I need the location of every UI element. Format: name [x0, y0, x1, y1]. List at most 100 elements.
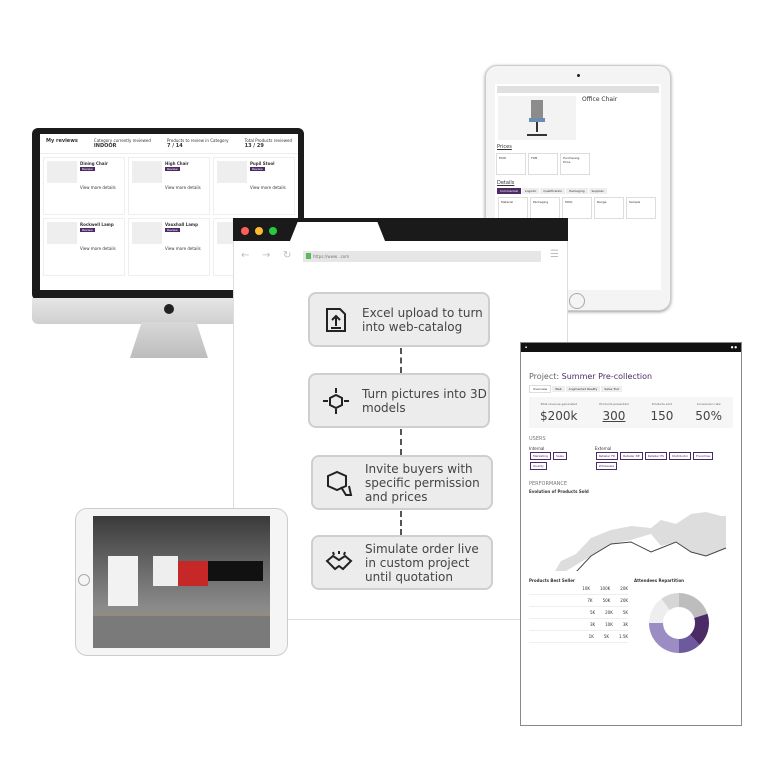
- table-row: 7K 50K 20K: [529, 595, 628, 607]
- details-tab[interactable]: Commercial: [497, 188, 521, 194]
- table-cell: 10K: [605, 622, 613, 627]
- kpi-label: Products sold: [651, 402, 672, 406]
- maximize-window-button[interactable]: [269, 227, 277, 235]
- upload-icon: [326, 307, 346, 332]
- product-image: [47, 161, 77, 183]
- donut-slice: [649, 623, 679, 653]
- logo: ▪: [525, 345, 528, 349]
- review-button[interactable]: Review: [250, 167, 265, 171]
- product-card[interactable]: Pupil Stool Review View more details: [213, 157, 295, 215]
- user-group-chip[interactable]: Franchise: [693, 452, 714, 460]
- dashboard-tab[interactable]: Web: [552, 386, 565, 392]
- table-cell: 3K: [589, 622, 596, 627]
- chart-title: Evolution of Products Sold: [529, 489, 589, 494]
- user-group-chip[interactable]: Sales: [552, 452, 567, 460]
- product-card[interactable]: Rockwell Lamp Review View more details: [43, 218, 125, 276]
- prices-heading: Prices: [497, 144, 512, 150]
- kpi-value[interactable]: 300: [599, 409, 628, 423]
- table-cell: 5K: [603, 634, 610, 639]
- kpi-panel: Total revenue generated $200k Products pre…: [529, 397, 733, 428]
- browser-tab[interactable]: [290, 222, 385, 241]
- price-box: EXW: [496, 153, 526, 175]
- user-group-chip[interactable]: Wholesale: [595, 462, 618, 470]
- table-cell: 20K: [620, 598, 628, 603]
- kpi-value: 150: [650, 409, 674, 423]
- view-more-link[interactable]: View more details: [250, 185, 286, 190]
- kpi: Total revenue generated $200k: [540, 402, 578, 423]
- user-group-chip[interactable]: Distributor: [669, 452, 692, 460]
- connector: [400, 348, 402, 373]
- step-text: Simulate order live in custom project un…: [365, 541, 479, 584]
- handshake-icon: [325, 550, 353, 570]
- forward-icon[interactable]: →: [262, 250, 270, 261]
- reviews-title: My reviews: [46, 138, 78, 144]
- user-group-chip[interactable]: Marketing: [530, 452, 551, 460]
- table-cell: 7K: [587, 598, 593, 603]
- user-group-chip[interactable]: Retailer ES: [644, 452, 668, 460]
- dashboard-tab[interactable]: Augmented Reality: [565, 386, 601, 392]
- step-invite-buyers: Invite buyers with specific permission a…: [311, 455, 493, 510]
- 3d-cube-icon: [323, 387, 349, 414]
- menu-icon[interactable]: ☰: [550, 249, 559, 260]
- users-heading: USERS: [529, 436, 546, 442]
- detail-box: MOQ: [562, 197, 592, 219]
- table-row: 3K 10K 3K: [529, 619, 628, 631]
- screen-object: [178, 561, 208, 586]
- table-cell: 50K: [602, 598, 611, 603]
- details-tab[interactable]: Packaging: [566, 188, 588, 194]
- details-heading: Details: [497, 180, 515, 186]
- kpi-value: 50%: [695, 409, 722, 423]
- review-button[interactable]: Review: [165, 167, 180, 171]
- product-image: [132, 222, 162, 244]
- product-image: [217, 161, 247, 183]
- kpi: Products presented 300: [599, 402, 628, 423]
- table-row: 1K 5K 1.5K: [529, 631, 628, 643]
- dashboard-tab[interactable]: Sales Tool: [601, 386, 623, 392]
- price-box: FOB: [528, 153, 558, 175]
- product-card[interactable]: Vauxhall Lamp Review View more details: [128, 218, 210, 276]
- kpi-label: Total revenue generated: [540, 402, 578, 406]
- reload-icon[interactable]: ↻: [283, 250, 291, 261]
- apple-logo: [164, 304, 174, 314]
- view-more-link[interactable]: View more details: [80, 246, 116, 251]
- table-cell: 20K: [605, 610, 613, 615]
- connector: [400, 429, 402, 455]
- category-select[interactable]: INDOOR: [94, 143, 117, 149]
- step-simulate-order: Simulate order live in custom project un…: [311, 535, 493, 590]
- detail-box: Material: [498, 197, 528, 219]
- minimize-window-button[interactable]: [255, 227, 263, 235]
- product-name: Dining Chair: [80, 161, 108, 166]
- review-button[interactable]: Review: [80, 167, 95, 171]
- attendees-donut: [649, 593, 709, 653]
- close-window-button[interactable]: [241, 227, 249, 235]
- view-more-link[interactable]: View more details: [165, 185, 201, 190]
- step-text: Excel upload to turn into web-catalog: [362, 305, 483, 334]
- back-icon[interactable]: ←: [241, 250, 249, 261]
- user-avatar[interactable]: ● ●: [731, 345, 737, 350]
- address-bar[interactable]: https://www. .com: [303, 251, 541, 262]
- details-tab[interactable]: Supplier: [588, 188, 607, 194]
- product-card[interactable]: Dining Chair Review View more details: [43, 157, 125, 215]
- review-button[interactable]: Review: [165, 228, 180, 232]
- user-group-chip[interactable]: Quality: [530, 462, 547, 470]
- step-text: Turn pictures into 3D models: [362, 386, 487, 415]
- count: 7 / 14: [166, 143, 183, 149]
- review-button[interactable]: Review: [80, 228, 95, 232]
- user-group-chip[interactable]: Retailer FR: [595, 452, 619, 460]
- home-button: [569, 293, 585, 309]
- table-row: 10K 100K 20K: [529, 583, 628, 595]
- details-tab[interactable]: Qualification: [540, 188, 566, 194]
- table-cell: 1K: [588, 634, 594, 639]
- details-tab[interactable]: Logistic: [521, 188, 540, 194]
- product-image: [132, 161, 162, 183]
- table-cell: 1.5K: [619, 634, 628, 639]
- poster: [153, 556, 178, 586]
- detail-box: Sample: [626, 197, 656, 219]
- detail-box: Packaging: [530, 197, 560, 219]
- view-more-link[interactable]: View more details: [165, 246, 201, 251]
- dashboard-tab[interactable]: Overview: [529, 385, 552, 393]
- product-card[interactable]: High Chair Review View more details: [128, 157, 210, 215]
- user-group-chip[interactable]: Retailer DE: [620, 452, 643, 460]
- view-more-link[interactable]: View more details: [80, 185, 116, 190]
- step-3d-models: Turn pictures into 3D models: [308, 373, 490, 428]
